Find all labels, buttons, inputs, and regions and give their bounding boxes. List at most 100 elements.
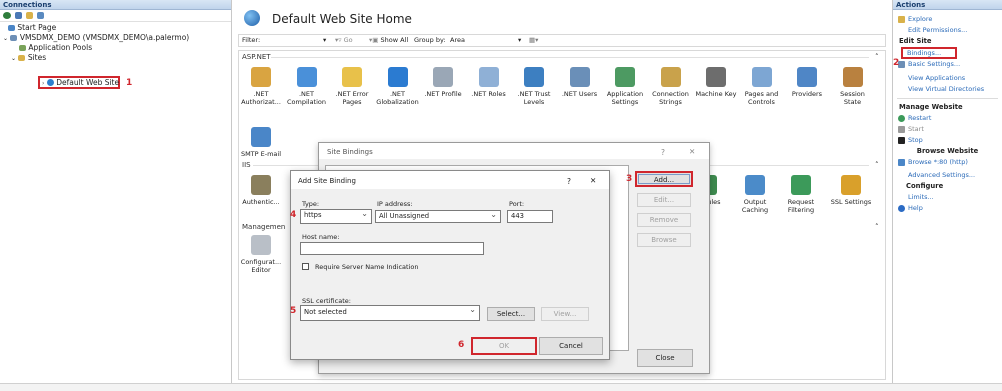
tree-item-app-pools[interactable]: Application Pools: [3, 43, 231, 53]
feature-net-trust-levels[interactable]: .NET Trust Levels: [512, 67, 556, 106]
cancel-button[interactable]: Cancel: [539, 337, 603, 355]
action-limits[interactable]: Limits...: [893, 192, 1002, 203]
globe-icon: [46, 79, 54, 86]
action-basic-settings[interactable]: Basic Settings...: [893, 59, 1002, 70]
group-by-dropdown-icon[interactable]: ▾: [518, 35, 521, 46]
site-bindings-close-button[interactable]: ✕: [689, 147, 695, 156]
ssl-certificate-label: SSL certificate:: [302, 297, 351, 305]
action-view-applications[interactable]: View Applications: [893, 73, 1002, 84]
section-edit-site: Edit Site: [899, 37, 932, 45]
marker-1: 1: [126, 78, 133, 88]
up-folder-icon[interactable]: [26, 12, 33, 19]
tree-item-sites[interactable]: ⌄ Sites: [3, 53, 231, 63]
feature-application-settings[interactable]: Application Settings: [603, 67, 647, 106]
section-aspnet: ASP.NET: [242, 53, 271, 61]
feature-configuration-editor[interactable]: Configurat... Editor: [239, 235, 283, 274]
collapse-management-icon[interactable]: ˄: [875, 223, 879, 231]
filter-input[interactable]: [269, 35, 324, 46]
feature-net-profile[interactable]: .NET Profile: [421, 67, 465, 98]
expand-arrow-icon[interactable]: ⌄: [3, 35, 8, 42]
connect-to-server-icon[interactable]: [37, 12, 44, 19]
net-authorizat-icon: [251, 67, 271, 87]
expand-arrow-icon[interactable]: ⌄: [11, 55, 16, 62]
action-edit-permissions[interactable]: Edit Permissions...: [893, 25, 1002, 36]
feature-net-compilation[interactable]: .NET Compilation: [285, 67, 329, 106]
feature-smtp-email[interactable]: SMTP E-mail: [237, 127, 285, 158]
action-stop[interactable]: Stop: [893, 135, 1002, 146]
feature-machine-key[interactable]: Machine Key: [694, 67, 738, 98]
marker-6: 6: [458, 340, 465, 350]
tree-item-server[interactable]: ⌄ VMSDMX_DEMO (VMSDMX_DEMO\a.palermo): [3, 33, 231, 43]
feature-connection-strings[interactable]: Connection Strings: [649, 67, 693, 106]
ip-address-select[interactable]: All Unassigned: [375, 209, 501, 223]
action-explore[interactable]: Explore: [893, 14, 1002, 25]
action-view-virtual-directories[interactable]: View Virtual Directories: [893, 84, 1002, 95]
show-all-icon: ▾▣: [369, 36, 381, 44]
view-certificate-button[interactable]: View...: [541, 307, 589, 321]
remove-binding-button[interactable]: Remove: [637, 213, 691, 227]
site-bindings-title: Site Bindings: [327, 148, 373, 156]
connections-panel: Connections Start Page ⌄ VMSDMX_DEMO (VM…: [0, 0, 232, 383]
tree-item-start-page[interactable]: Start Page: [3, 23, 231, 33]
start-page-icon: [8, 25, 15, 31]
ssl-certificate-select[interactable]: Not selected: [300, 304, 480, 321]
feature-authentic[interactable]: Authentic...: [239, 175, 283, 206]
add-binding-help-button[interactable]: ?: [567, 177, 571, 186]
sni-label: Require Server Name Indication: [315, 263, 419, 271]
status-bar: [0, 383, 1002, 391]
connect-icon[interactable]: [3, 12, 11, 19]
marker-2: 2: [893, 58, 900, 68]
action-browse-80[interactable]: Browse *:80 (http): [893, 157, 1002, 168]
feature-net-users[interactable]: .NET Users: [558, 67, 602, 98]
site-bindings-help-button[interactable]: ?: [661, 148, 665, 157]
connections-toolbar: [0, 10, 231, 22]
select-certificate-button[interactable]: Select...: [487, 307, 535, 321]
edit-binding-button[interactable]: Edit...: [637, 193, 691, 207]
close-bindings-button[interactable]: Close: [637, 349, 693, 367]
net-users-icon: [569, 67, 590, 87]
sni-checkbox[interactable]: [302, 263, 309, 270]
action-bindings[interactable]: Bindings...: [901, 47, 957, 59]
action-advanced-settings[interactable]: Advanced Settings...: [893, 170, 1002, 181]
type-select[interactable]: https: [300, 208, 372, 224]
group-by-select[interactable]: Area: [450, 35, 520, 46]
show-all-button[interactable]: ▾▣ Show All: [369, 35, 408, 46]
providers-icon: [797, 67, 817, 87]
save-icon[interactable]: [15, 12, 22, 19]
filter-dropdown-arrow[interactable]: ▾: [323, 35, 326, 46]
feature-net-error-pages[interactable]: .NET Error Pages: [330, 67, 374, 106]
feature-net-authorizat[interactable]: .NET Authorizat...: [239, 67, 283, 106]
feature-ssl-settings[interactable]: SSL Settings: [829, 175, 873, 206]
feature-providers[interactable]: Providers: [785, 67, 829, 98]
feature-net-globalization[interactable]: .NET Globalization: [376, 67, 420, 106]
go-button[interactable]: ▾▿ Go: [335, 35, 353, 46]
help-icon: [898, 205, 905, 212]
browse-binding-button[interactable]: Browse: [637, 233, 691, 247]
net-error-pages-icon: [342, 67, 362, 87]
start-icon: [898, 126, 905, 133]
section-management: Managemen: [242, 223, 286, 231]
net-profile-icon: [433, 67, 453, 87]
collapse-aspnet-icon[interactable]: ˄: [875, 53, 879, 61]
collapse-iis-icon[interactable]: ˄: [875, 161, 879, 169]
center-header: Default Web Site Home: [234, 0, 890, 34]
host-name-label: Host name:: [302, 233, 340, 241]
action-restart[interactable]: Restart: [893, 113, 1002, 124]
feature-session-state[interactable]: Session State: [831, 67, 875, 106]
machine-key-icon: [706, 67, 726, 87]
tree-item-default-web-site[interactable]: › Default Web Site: [38, 76, 120, 89]
add-binding-button[interactable]: Add...: [635, 171, 693, 187]
output-caching-icon: [745, 175, 765, 195]
feature-request-filtering[interactable]: Request Filtering: [779, 175, 823, 214]
action-start[interactable]: Start: [893, 124, 1002, 135]
feature-pages-and-controls[interactable]: Pages and Controls: [740, 67, 784, 106]
ok-button[interactable]: OK: [471, 337, 537, 355]
collapse-arrow-icon[interactable]: ›: [42, 80, 44, 87]
port-input[interactable]: 443: [507, 210, 553, 223]
view-mode-icon[interactable]: ▦▾: [529, 35, 538, 46]
host-name-input[interactable]: [300, 242, 484, 255]
feature-net-roles[interactable]: .NET Roles: [467, 67, 511, 98]
feature-output-caching[interactable]: Output Caching: [733, 175, 777, 214]
add-binding-close-button[interactable]: ✕: [590, 176, 596, 185]
action-help[interactable]: Help: [893, 203, 1002, 214]
